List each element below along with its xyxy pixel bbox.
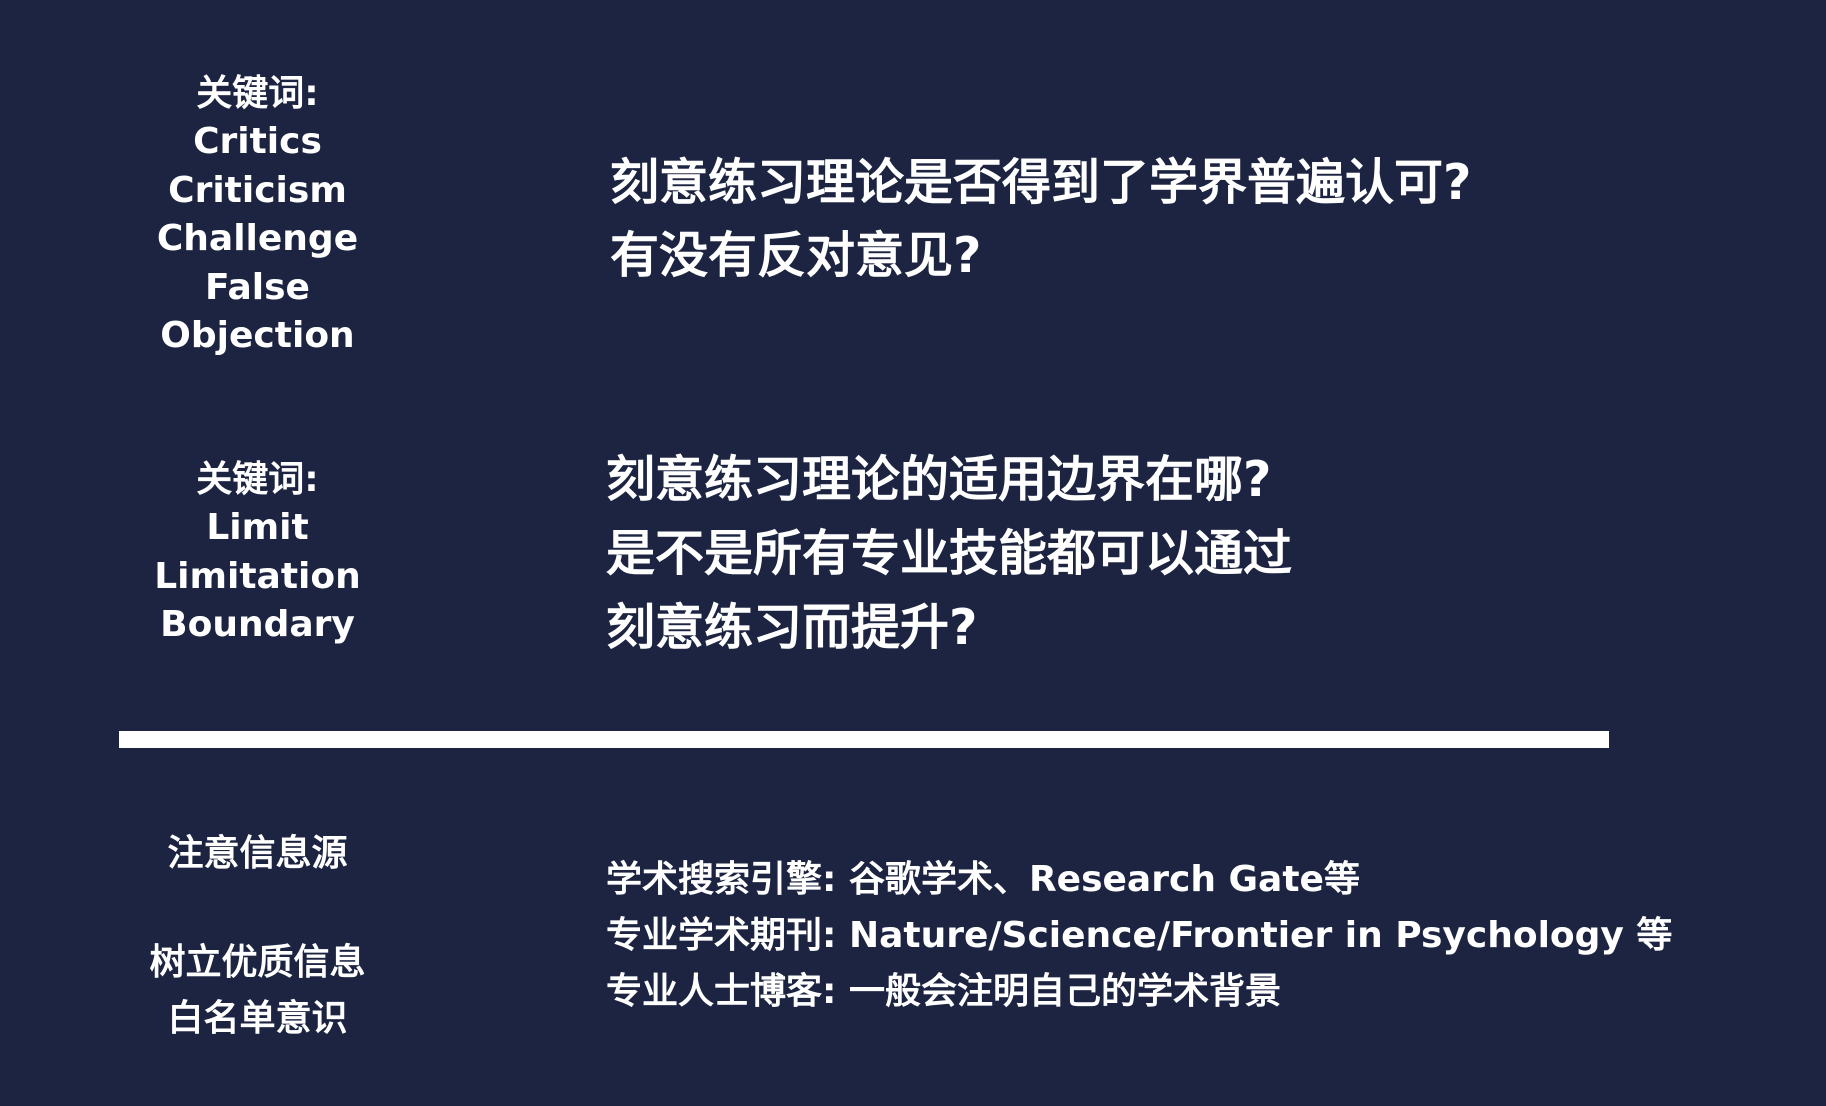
source-label: 学术搜索引擎: [606,859,837,900]
question-critique: 刻意练习理论是否得到了学界普遍认可? 有没有反对意见? [610,146,1471,292]
keyword-term: Limitation [154,555,361,597]
slide: 关键词: Critics Criticism Challenge False O… [0,0,1826,1106]
keyword-term: Challenge [156,218,359,259]
keywords-critique: 关键词: Critics Criticism Challenge False O… [130,70,385,361]
note-whitelist: 树立优质信息 白名单意识 [130,935,385,1047]
section-divider [119,731,1609,748]
keyword-term: Criticism [168,169,347,211]
source-value: 一般会注明自己的学术背景 [848,971,1281,1012]
note-line: 注意信息源 [167,833,348,874]
source-label: 专业人士博客: [606,971,837,1012]
keywords-label: 关键词: [196,459,319,500]
source-list: 学术搜索引擎: 谷歌学术、Research Gate等 专业学术期刊: Natu… [606,852,1672,1020]
keywords-label: 关键词: [196,73,319,114]
question-line: 是不是所有专业技能都可以通过 [606,525,1293,582]
keywords-limit: 关键词: Limit Limitation Boundary [130,456,385,650]
keyword-term: False [205,266,310,308]
source-value: Nature/Science/Frontier in Psychology 等 [848,915,1673,956]
note-line: 树立优质信息 [149,942,366,983]
question-line: 刻意练习而提升? [606,599,978,656]
keyword-term: Boundary [160,604,355,645]
question-line: 刻意练习理论是否得到了学界普遍认可? [610,154,1472,211]
note-line: 白名单意识 [167,998,348,1039]
source-label: 专业学术期刊: [606,915,837,956]
keyword-term: Limit [206,507,309,548]
source-row: 专业学术期刊: Nature/Science/Frontier in Psych… [606,908,1672,964]
keyword-term: Objection [160,315,355,356]
question-line: 刻意练习理论的适用边界在哪? [606,451,1272,508]
question-line: 有没有反对意见? [610,227,982,284]
keyword-term: Critics [193,121,322,162]
source-row: 专业人士博客: 一般会注明自己的学术背景 [606,964,1672,1020]
source-value: 谷歌学术、Research Gate等 [848,859,1360,900]
question-limit: 刻意练习理论的适用边界在哪? 是不是所有专业技能都可以通过 刻意练习而提升? [606,443,1292,665]
source-row: 学术搜索引擎: 谷歌学术、Research Gate等 [606,852,1672,908]
note-source: 注意信息源 [130,830,385,878]
